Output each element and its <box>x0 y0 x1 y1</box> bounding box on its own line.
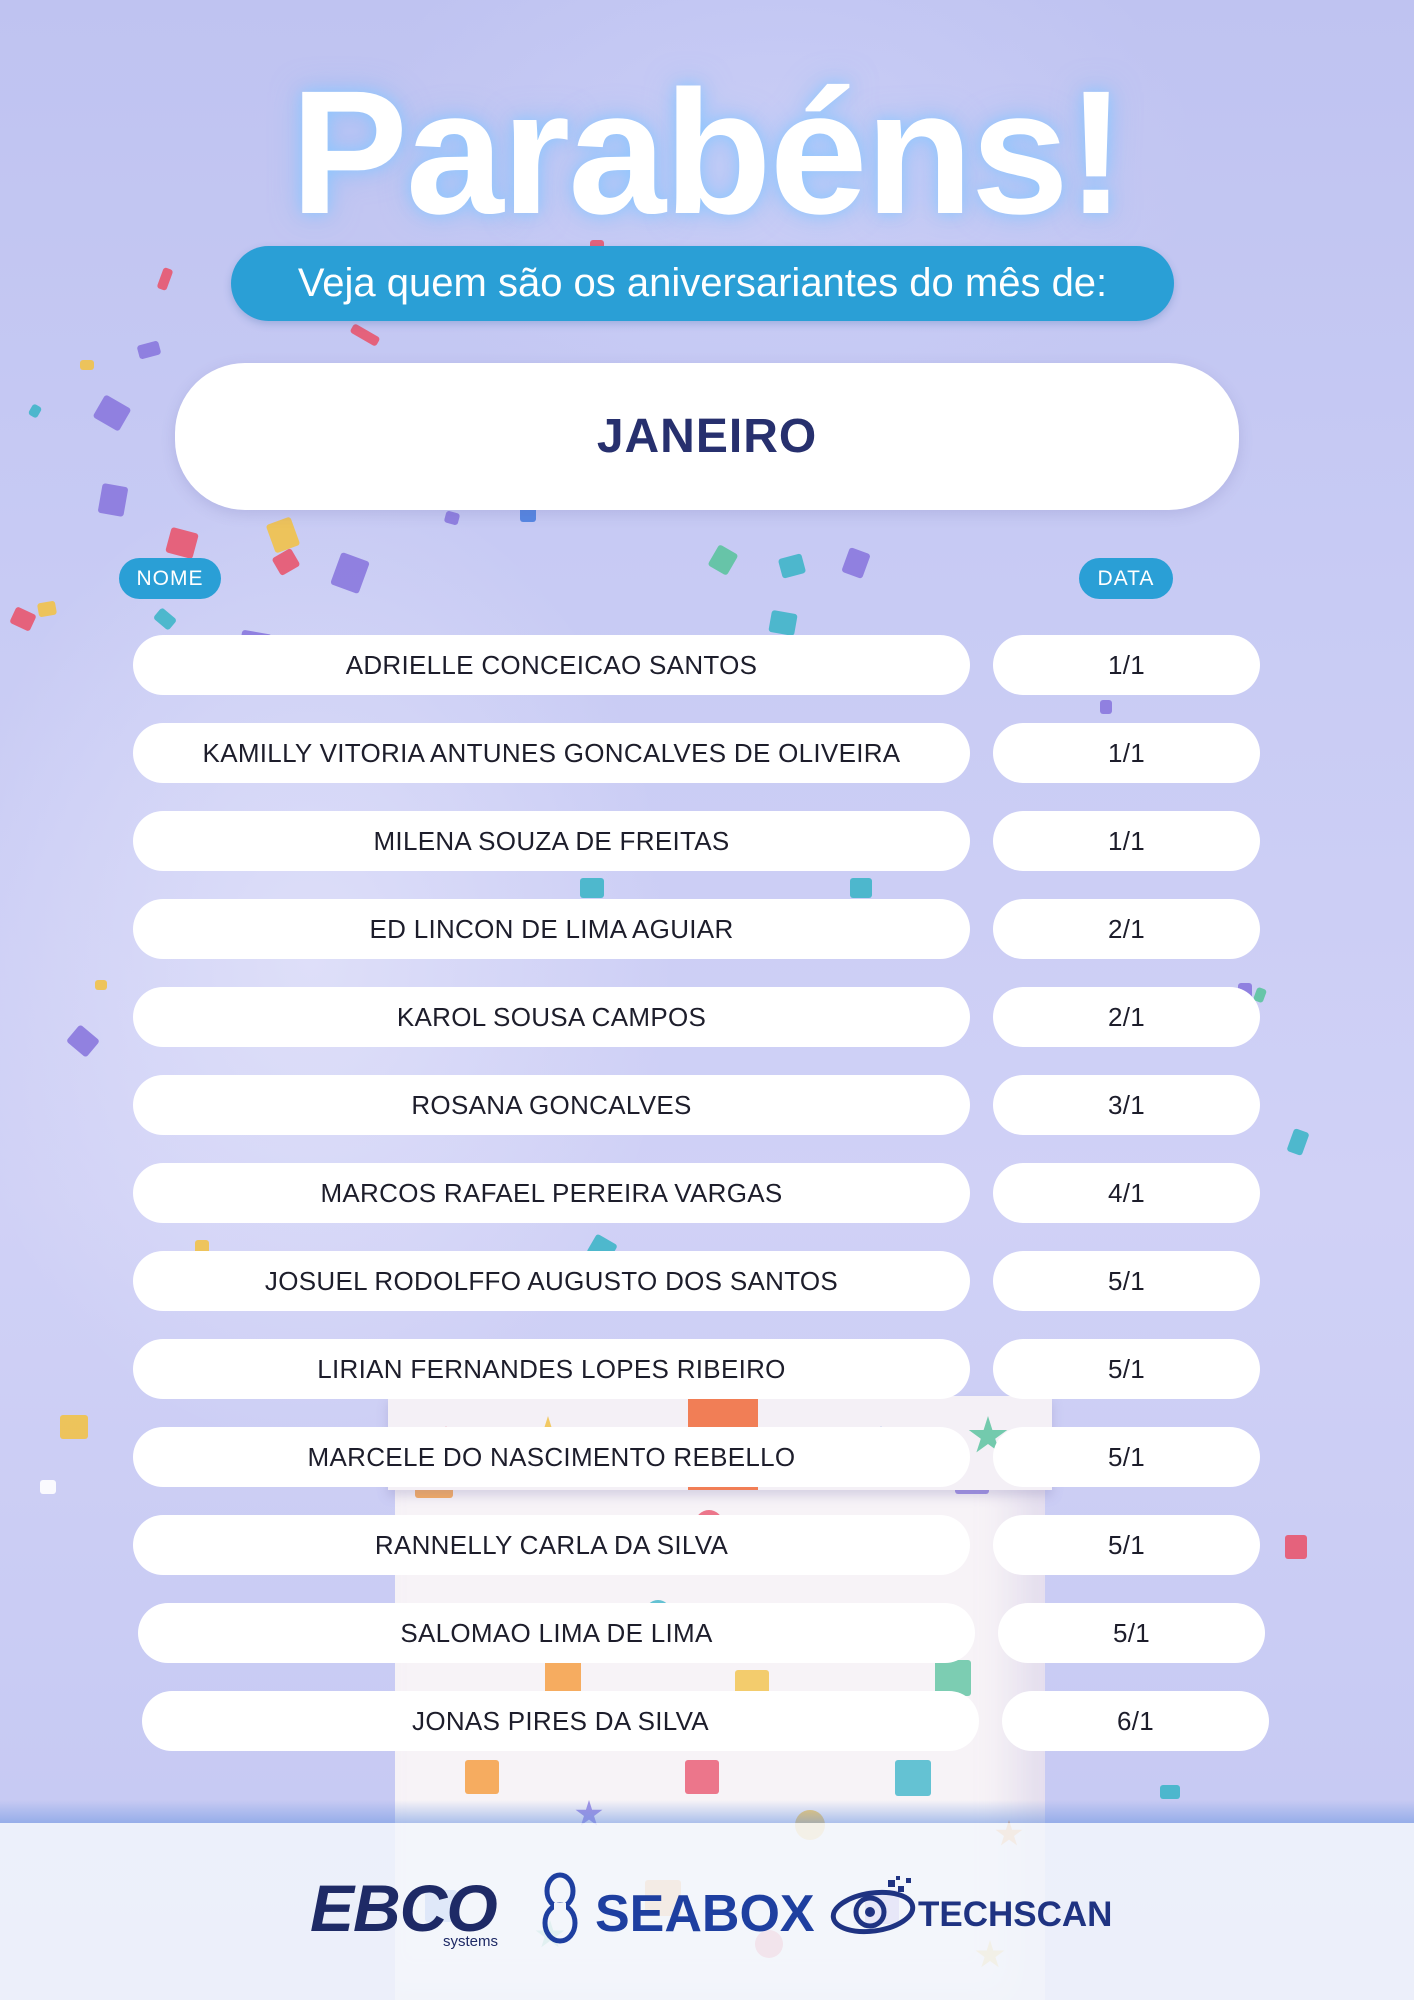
table-row: ADRIELLE CONCEICAO SANTOS 1/1 <box>0 635 1414 695</box>
date-cell: 5/1 <box>993 1339 1260 1399</box>
name-cell: MILENA SOUZA DE FREITAS <box>133 811 970 871</box>
name-cell: ED LINCON DE LIMA AGUIAR <box>133 899 970 959</box>
subtitle-banner: Veja quem são os aniversariantes do mês … <box>231 246 1174 321</box>
column-header-name: NOME <box>119 558 221 599</box>
date-cell: 3/1 <box>993 1075 1260 1135</box>
confetti-piece <box>580 878 604 898</box>
date-cell: 2/1 <box>993 899 1260 959</box>
confetti-piece <box>97 482 129 518</box>
seabox-logo: SEABOX <box>595 1885 815 1943</box>
gift-pattern-present <box>465 1760 499 1794</box>
name-cell: ROSANA GONCALVES <box>133 1075 970 1135</box>
table-row: MARCOS RAFAEL PEREIRA VARGAS 4/1 <box>0 1163 1414 1223</box>
techscan-logo: TECHSCAN <box>918 1895 1113 1934</box>
name-cell: SALOMAO LIMA DE LIMA <box>138 1603 975 1663</box>
name-cell: RANNELLY CARLA DA SILVA <box>133 1515 970 1575</box>
name-cell: JOSUEL RODOLFFO AUGUSTO DOS SANTOS <box>133 1251 970 1311</box>
confetti-piece <box>80 360 94 370</box>
gift-pattern-present <box>685 1760 719 1794</box>
table-row: MILENA SOUZA DE FREITAS 1/1 <box>0 811 1414 871</box>
techscan-eye-icon <box>830 1876 916 1935</box>
name-cell: KAROL SOUSA CAMPOS <box>133 987 970 1047</box>
name-cell: JONAS PIRES DA SILVA <box>142 1691 979 1751</box>
date-cell: 2/1 <box>993 987 1260 1047</box>
floor-strip <box>0 1800 1414 1823</box>
date-cell: 5/1 <box>993 1515 1260 1575</box>
table-row: LIRIAN FERNANDES LOPES RIBEIRO 5/1 <box>0 1339 1414 1399</box>
date-cell: 5/1 <box>993 1251 1260 1311</box>
name-cell: KAMILLY VITORIA ANTUNES GONCALVES DE OLI… <box>133 723 970 783</box>
column-header-date: DATA <box>1079 558 1173 599</box>
table-row: RANNELLY CARLA DA SILVA 5/1 <box>0 1515 1414 1575</box>
confetti-piece <box>1160 1785 1180 1799</box>
date-cell: 4/1 <box>993 1163 1260 1223</box>
month-label: JANEIRO <box>596 410 818 463</box>
name-cell: MARCOS RAFAEL PEREIRA VARGAS <box>133 1163 970 1223</box>
name-cell: LIRIAN FERNANDES LOPES RIBEIRO <box>133 1339 970 1399</box>
table-row: ED LINCON DE LIMA AGUIAR 2/1 <box>0 899 1414 959</box>
table-row: JONAS PIRES DA SILVA 6/1 <box>0 1691 1414 1751</box>
name-cell: MARCELE DO NASCIMENTO REBELLO <box>133 1427 970 1487</box>
name-cell: ADRIELLE CONCEICAO SANTOS <box>133 635 970 695</box>
table-row: JOSUEL RODOLFFO AUGUSTO DOS SANTOS 5/1 <box>0 1251 1414 1311</box>
date-cell: 5/1 <box>993 1427 1260 1487</box>
subtitle-text: Veja quem são os aniversariantes do mês … <box>297 261 1108 305</box>
seabox-loop-icon <box>542 1872 578 1944</box>
confetti-piece <box>850 878 872 898</box>
date-cell: 1/1 <box>993 811 1260 871</box>
table-row: MARCELE DO NASCIMENTO REBELLO 5/1 <box>0 1427 1414 1487</box>
date-cell: 6/1 <box>1002 1691 1269 1751</box>
date-cell: 1/1 <box>993 635 1260 695</box>
table-row: KAMILLY VITORIA ANTUNES GONCALVES DE OLI… <box>0 723 1414 783</box>
table-row: KAROL SOUSA CAMPOS 2/1 <box>0 987 1414 1047</box>
date-cell: 5/1 <box>998 1603 1265 1663</box>
table-row: ROSANA GONCALVES 3/1 <box>0 1075 1414 1135</box>
month-box: JANEIRO <box>175 363 1239 510</box>
page-title: Parabéns! <box>290 55 1125 251</box>
confetti-piece <box>1100 700 1112 714</box>
ebco-logo-tagline: systems <box>443 1933 499 1950</box>
confetti-piece <box>768 609 798 637</box>
table-row: SALOMAO LIMA DE LIMA 5/1 <box>0 1603 1414 1663</box>
ebco-logo: EBCO <box>310 1871 498 1945</box>
date-cell: 1/1 <box>993 723 1260 783</box>
gift-pattern-present <box>895 1760 931 1796</box>
